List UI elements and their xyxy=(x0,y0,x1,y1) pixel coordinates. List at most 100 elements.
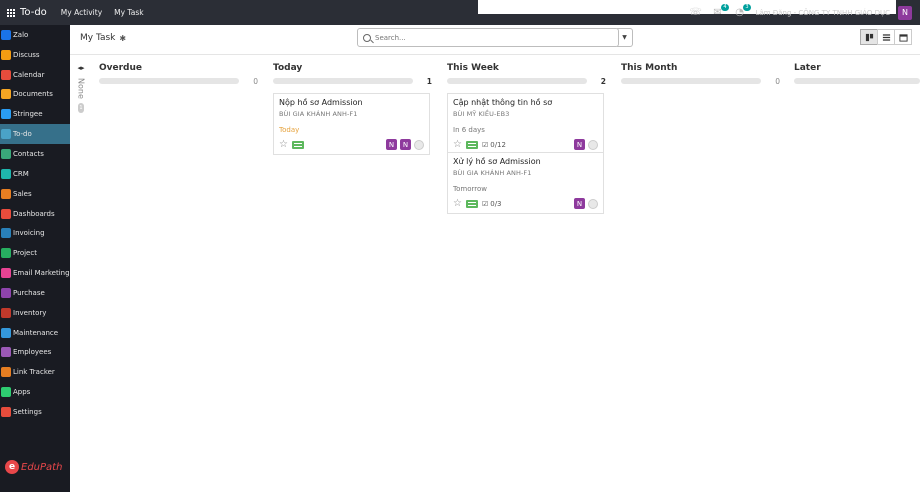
checklist-widget-icon[interactable] xyxy=(465,199,478,208)
link-tracker-icon xyxy=(1,367,11,378)
list-view-button[interactable] xyxy=(877,29,895,45)
nav-my-task[interactable]: My Task xyxy=(114,8,143,17)
folded-column-none[interactable]: ◂▸ None 1 xyxy=(73,60,89,130)
sidebar-item-label: To-do xyxy=(13,130,32,139)
sidebar-item-inventory[interactable]: Inventory xyxy=(0,303,70,323)
view-switcher xyxy=(860,29,912,45)
sidebar-item-project[interactable]: Project xyxy=(0,243,70,263)
column-count: 1 xyxy=(426,77,432,86)
activity-clock-icon[interactable]: ◔ 3 xyxy=(734,3,751,19)
discuss-icon xyxy=(1,49,11,60)
checklist-count: 0/12 xyxy=(490,140,506,149)
sidebar-item-label: Apps xyxy=(13,388,31,397)
column-this-week: This Week 2 xyxy=(447,60,611,86)
column-count: 0 xyxy=(253,77,258,86)
sidebar-item-calendar[interactable]: Calendar xyxy=(0,65,70,85)
sidebar-item-contacts[interactable]: Contacts xyxy=(0,144,70,164)
company-switcher[interactable]: Lâm Đăng - CÔNG TY TNHH GIÁO DỤC xyxy=(756,9,890,17)
column-progress-bar[interactable] xyxy=(99,78,239,84)
sidebar-item-link-tracker[interactable]: Link Tracker xyxy=(0,362,70,382)
sidebar-item-stringee[interactable]: Stringee xyxy=(0,104,70,124)
search-icon xyxy=(363,33,371,42)
sidebar-item-maintenance[interactable]: Maintenance xyxy=(0,323,70,343)
sidebar-item-zalo[interactable]: Zalo xyxy=(0,25,70,45)
checklist-widget-icon[interactable] xyxy=(465,140,478,149)
sidebar-item-label: Maintenance xyxy=(13,328,59,337)
sidebar-item-crm[interactable]: CRM xyxy=(0,164,70,184)
column-progress-bar[interactable] xyxy=(447,78,587,84)
list-icon xyxy=(882,33,890,41)
sidebar-item-documents[interactable]: Documents xyxy=(0,85,70,105)
task-customer: BÙI MỸ KIỀU-EB3 xyxy=(453,110,510,118)
user-avatar[interactable]: N xyxy=(898,5,912,20)
column-progress-bar[interactable] xyxy=(621,78,761,84)
sidebar-item-apps[interactable]: Apps xyxy=(0,382,70,402)
messages-icon[interactable]: ✉ 4 xyxy=(712,3,729,19)
zalo-icon xyxy=(1,29,11,40)
sidebar-item-email-marketing[interactable]: Email Marketing xyxy=(0,263,70,283)
sidebar-item-settings[interactable]: Settings xyxy=(0,402,70,422)
sidebar-item-label: Employees xyxy=(13,348,52,357)
checklist-count: 0/3 xyxy=(490,199,502,208)
kanban-state-dot[interactable] xyxy=(588,198,598,209)
kanban-view-button[interactable] xyxy=(860,29,878,45)
star-icon[interactable]: ☆ xyxy=(453,139,462,150)
sidebar-item-dashboards[interactable]: Dashboards xyxy=(0,204,70,224)
task-customer: BÙI GIA KHÁNH ANH-F1 xyxy=(279,110,358,118)
app-title[interactable]: To-do xyxy=(20,7,47,18)
purchase-icon xyxy=(1,287,11,298)
checklist-widget-icon[interactable] xyxy=(291,140,304,149)
activity-badge: 3 xyxy=(743,3,751,11)
sidebar-item-discuss[interactable]: Discuss xyxy=(0,45,70,65)
column-title: This Week xyxy=(447,63,499,73)
task-deadline: In 6 days xyxy=(453,126,485,134)
maintenance-icon xyxy=(1,327,11,338)
apps-icon xyxy=(1,387,11,398)
sidebar-item-label: Project xyxy=(13,249,37,258)
kanban-state-dot[interactable] xyxy=(414,139,424,150)
folded-column-count: 1 xyxy=(78,102,84,113)
apps-menu-icon[interactable] xyxy=(1,0,21,25)
sidebar-item-label: Dashboards xyxy=(13,209,55,218)
star-icon[interactable]: ☆ xyxy=(453,198,462,209)
fold-toggle-icon[interactable]: ◂▸ xyxy=(77,64,84,72)
task-title: Nộp hồ sơ Admission xyxy=(279,98,363,107)
calendar-view-button[interactable] xyxy=(894,29,912,45)
company-logo: e EduPath xyxy=(5,460,62,474)
assignee-avatar[interactable]: N xyxy=(574,198,585,209)
column-progress-bar[interactable] xyxy=(794,78,920,84)
sidebar-item-label: Link Tracker xyxy=(13,368,55,377)
sidebar-item-invoicing[interactable]: Invoicing xyxy=(0,223,70,243)
task-card[interactable]: Cập nhật thông tin hồ sơ BÙI MỸ KIỀU-EB3… xyxy=(447,93,604,155)
column-progress-bar[interactable] xyxy=(273,78,413,84)
page-title-text: My Task xyxy=(80,33,116,43)
documents-icon xyxy=(1,89,11,100)
sidebar-item-to-do[interactable]: To-do xyxy=(0,124,70,145)
sidebar-item-purchase[interactable]: Purchase xyxy=(0,283,70,303)
sidebar-item-label: Inventory xyxy=(13,308,47,317)
sidebar-item-employees[interactable]: Employees xyxy=(0,343,70,363)
task-card[interactable]: Xử lý hồ sơ Admission BÙI GIA KHÁNH ANH-… xyxy=(447,152,604,214)
sidebar-item-label: Invoicing xyxy=(13,229,45,238)
search-box xyxy=(357,28,619,47)
star-icon[interactable]: ☆ xyxy=(279,139,288,150)
nav-my-activity[interactable]: My Activity xyxy=(61,8,102,17)
sidebar-item-label: Documents xyxy=(13,90,53,99)
assignee-avatar[interactable]: N xyxy=(386,139,397,150)
sidebar-item-sales[interactable]: Sales xyxy=(0,184,70,204)
settings-icon xyxy=(1,406,11,417)
search-input[interactable] xyxy=(375,33,595,42)
column-count: 0 xyxy=(775,77,780,86)
sidebar-item-label: CRM xyxy=(13,169,29,178)
task-card[interactable]: Nộp hồ sơ Admission BÙI GIA KHÁNH ANH-F1… xyxy=(273,93,430,155)
column-today: Today 1 xyxy=(273,60,437,86)
assignee-avatar[interactable]: N xyxy=(400,139,411,150)
phone-icon[interactable]: ☏ xyxy=(689,7,702,19)
checkbox-icon: ☑ xyxy=(481,140,489,149)
search-options-toggle[interactable]: ▼ xyxy=(617,28,633,47)
assignee-avatar[interactable]: N xyxy=(574,139,585,150)
task-card-footer: ☆ ☑ 0/12 N xyxy=(453,139,598,150)
gear-icon[interactable]: ✱ xyxy=(119,34,126,43)
task-deadline: Today xyxy=(279,126,300,134)
kanban-state-dot[interactable] xyxy=(588,139,598,150)
